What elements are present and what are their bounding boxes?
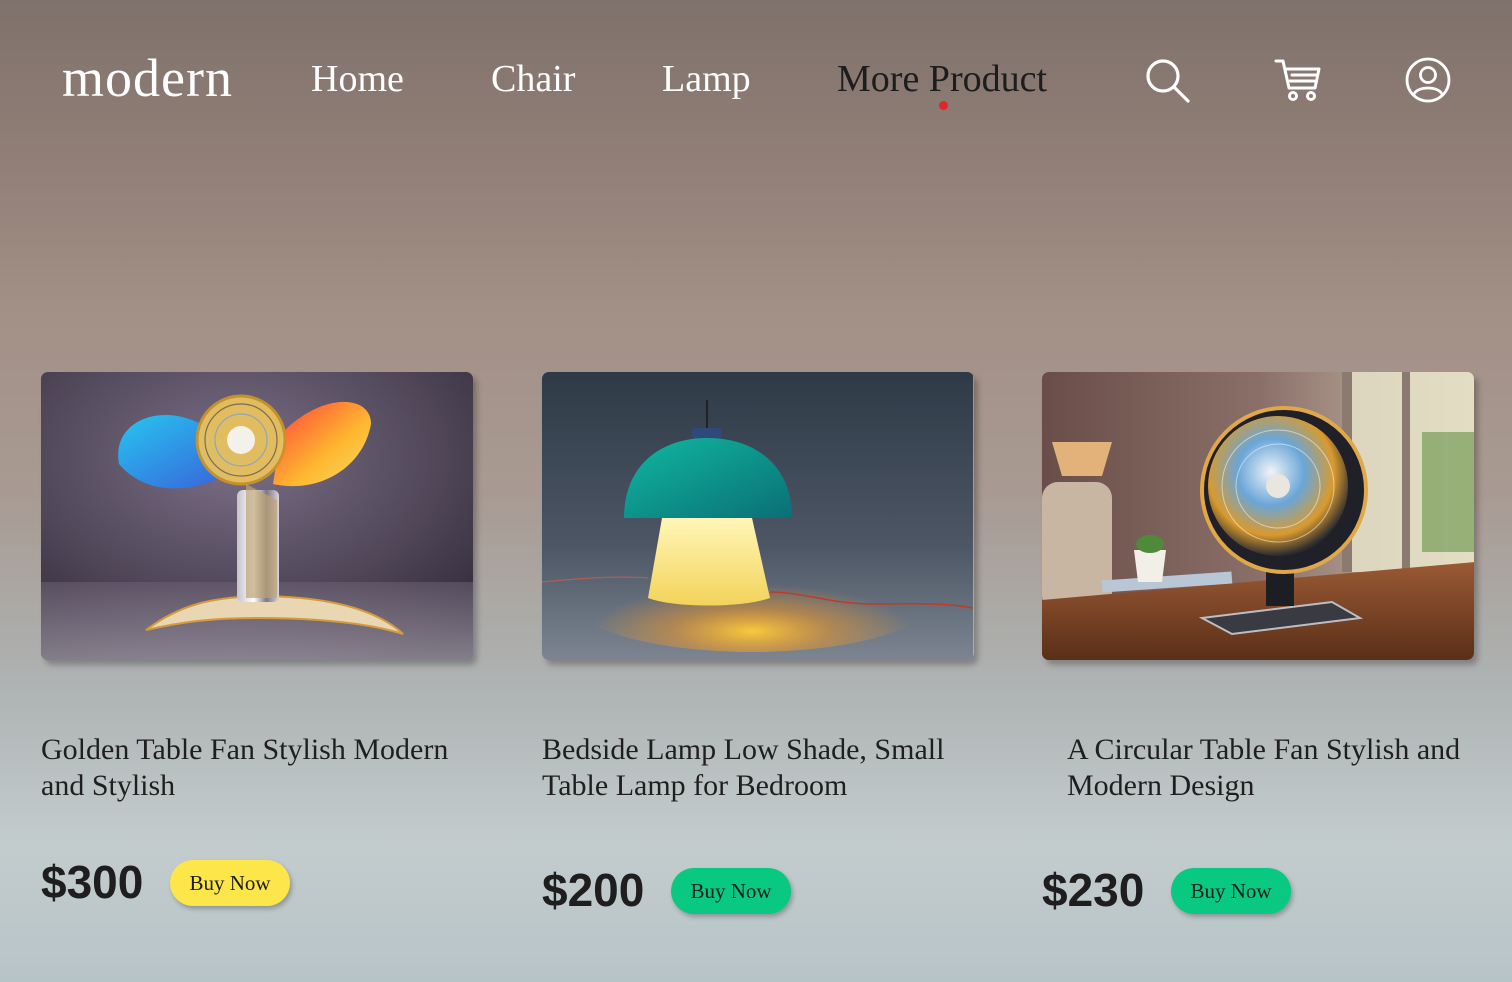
product-title: A Circular Table Fan Stylish and Modern … [1067, 733, 1461, 802]
product-title: Bedside Lamp Low Shade, Small Table Lamp… [542, 733, 945, 802]
product-image-colorful-fan[interactable] [41, 372, 473, 660]
nav-home[interactable]: Home [311, 56, 404, 102]
logo[interactable]: modern [62, 48, 233, 108]
nav-lamp[interactable]: Lamp [662, 56, 751, 102]
buy-now-button[interactable]: Buy Now [1171, 868, 1291, 914]
product-image-mushroom-lamp[interactable] [542, 372, 974, 660]
buy-now-button[interactable]: Buy Now [671, 868, 791, 914]
product-price: $230 [1042, 864, 1145, 916]
nav-chair[interactable]: Chair [491, 56, 575, 102]
product-price: $300 [41, 856, 144, 908]
product-price: $200 [542, 864, 645, 916]
site-header: modern Home Chair Lamp More Product [0, 0, 1512, 160]
cart-icon[interactable] [1274, 56, 1322, 104]
user-icon[interactable] [1404, 56, 1452, 104]
nav-more-product[interactable]: More Product [837, 56, 1047, 102]
buy-now-button[interactable]: Buy Now [170, 860, 290, 906]
active-nav-indicator [939, 101, 948, 110]
search-icon[interactable] [1143, 56, 1191, 104]
product-title: Golden Table Fan Stylish Modern and Styl… [41, 733, 449, 802]
product-image-desk-fan[interactable] [1042, 372, 1474, 660]
